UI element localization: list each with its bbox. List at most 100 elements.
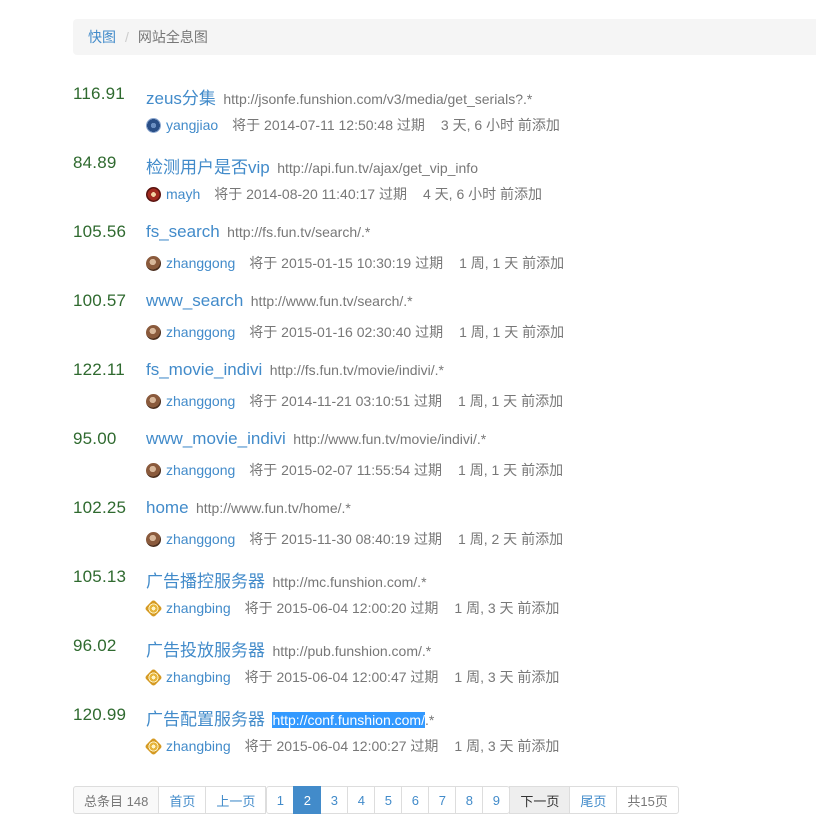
pagination: 总条目 148 首页 上一页 123456789 下一页 尾页 共15页 (73, 786, 679, 814)
site-list: 116.91 zeus分集 http://jsonfe.funshion.com… (73, 82, 816, 772)
avatar (146, 462, 161, 478)
item-url[interactable]: http://www.fun.tv/search/.* (251, 293, 413, 309)
list-item: 105.56 fs_search http://fs.fun.tv/search… (73, 220, 816, 289)
list-item: 102.25 home http://www.fun.tv/home/.* zh… (73, 496, 816, 565)
item-url[interactable]: http://jsonfe.funshion.com/v3/media/get_… (223, 91, 532, 107)
item-name-link[interactable]: 广告配置服务器 (146, 710, 265, 729)
item-added-text: 1 周, 3 天 前添加 (454, 738, 560, 754)
item-user-link[interactable]: zhangbing (166, 600, 231, 616)
item-title-line: fs_movie_indivi http://fs.fun.tv/movie/i… (146, 360, 444, 380)
item-added-text: 1 周, 1 天 前添加 (459, 255, 565, 271)
item-name-link[interactable]: www_search (146, 291, 243, 310)
item-url[interactable]: http://fs.fun.tv/movie/indivi/.* (270, 362, 444, 378)
item-url[interactable]: http://api.fun.tv/ajax/get_vip_info (277, 160, 478, 176)
list-item: 84.89 检测用户是否vip http://api.fun.tv/ajax/g… (73, 151, 816, 220)
item-user-link[interactable]: zhangbing (166, 738, 231, 754)
avatar (146, 531, 161, 547)
item-score: 105.56 (73, 222, 127, 241)
item-user-link[interactable]: mayh (166, 186, 200, 202)
item-score: 96.02 (73, 636, 117, 655)
item-title-line: home http://www.fun.tv/home/.* (146, 498, 351, 518)
pagination-pages: 123456789 (266, 786, 511, 814)
item-name-link[interactable]: 广告投放服务器 (146, 641, 265, 660)
item-url[interactable]: http://fs.fun.tv/search/.* (227, 224, 370, 240)
item-url[interactable]: http://www.fun.tv/movie/indivi/.* (293, 431, 486, 447)
item-user-link[interactable]: zhanggong (166, 531, 235, 547)
breadcrumb: 快图 / 网站全息图 (73, 19, 816, 55)
item-name-link[interactable]: home (146, 498, 189, 517)
pagination-page-4[interactable]: 4 (347, 786, 376, 814)
avatar (144, 598, 163, 618)
item-expire-text: 将于 2014-08-20 11:40:17 过期 (214, 186, 407, 202)
item-added-text: 1 周, 1 天 前添加 (458, 393, 564, 409)
avatar (144, 667, 163, 687)
item-added-text: 1 周, 1 天 前添加 (459, 324, 565, 340)
pagination-last-button[interactable]: 尾页 (569, 786, 618, 814)
list-item: 96.02 广告投放服务器 http://pub.funshion.com/.*… (73, 634, 816, 703)
item-title-line: 广告配置服务器 http://conf.funshion.com/.* (146, 705, 434, 730)
item-meta-line: zhangbing 将于 2015-06-04 12:00:20 过期 1 周,… (144, 598, 559, 618)
avatar (146, 255, 161, 271)
pagination-next-button[interactable]: 下一页 (509, 786, 571, 814)
item-name-link[interactable]: 检测用户是否vip (146, 158, 270, 177)
item-meta-line: zhangbing 将于 2015-06-04 12:00:47 过期 1 周,… (144, 667, 560, 687)
item-added-text: 1 周, 3 天 前添加 (454, 669, 560, 685)
item-score: 105.13 (73, 567, 127, 586)
item-user-link[interactable]: yangjiao (166, 117, 218, 133)
item-url-rest: .* (424, 712, 435, 728)
pagination-first-button[interactable]: 首页 (158, 786, 207, 814)
breadcrumb-separator: / (125, 29, 129, 45)
item-name-link[interactable]: www_movie_indivi (146, 429, 286, 448)
item-user-link[interactable]: zhangbing (166, 669, 231, 685)
list-item: 95.00 www_movie_indivi http://www.fun.tv… (73, 427, 816, 496)
avatar (146, 393, 161, 409)
item-url[interactable]: http://www.fun.tv/home/.* (196, 500, 351, 516)
item-url[interactable]: http://conf.funshion.com/.* (272, 712, 434, 728)
item-meta-line: zhanggong 将于 2015-01-15 10:30:19 过期 1 周,… (146, 253, 564, 273)
avatar (144, 736, 163, 756)
item-expire-text: 将于 2014-11-21 03:10:51 过期 (249, 393, 443, 409)
item-meta-line: zhangbing 将于 2015-06-04 12:00:27 过期 1 周,… (144, 736, 560, 756)
item-expire-text: 将于 2014-07-11 12:50:48 过期 (232, 117, 425, 133)
pagination-prev-button[interactable]: 上一页 (205, 786, 267, 814)
item-url[interactable]: http://mc.funshion.com/.* (272, 574, 426, 590)
item-score: 102.25 (73, 498, 127, 517)
pagination-page-6[interactable]: 6 (401, 786, 430, 814)
item-name-link[interactable]: fs_search (146, 222, 220, 241)
pagination-page-9[interactable]: 9 (482, 786, 511, 814)
item-added-text: 3 天, 6 小时 前添加 (440, 117, 560, 133)
item-expire-text: 将于 2015-01-16 02:30:40 过期 (249, 324, 444, 340)
pagination-page-8[interactable]: 8 (455, 786, 484, 814)
item-expire-text: 将于 2015-06-04 12:00:47 过期 (244, 669, 439, 685)
item-user-link[interactable]: zhanggong (166, 462, 235, 478)
pagination-page-2[interactable]: 2 (293, 786, 322, 814)
item-expire-text: 将于 2015-02-07 11:55:54 过期 (249, 462, 443, 478)
item-meta-line: zhanggong 将于 2015-11-30 08:40:19 过期 1 周,… (146, 529, 563, 549)
item-meta-line: zhanggong 将于 2015-02-07 11:55:54 过期 1 周,… (146, 460, 563, 480)
item-score: 95.00 (73, 429, 117, 448)
list-item: 122.11 fs_movie_indivi http://fs.fun.tv/… (73, 358, 816, 427)
item-meta-line: yangjiao 将于 2014-07-11 12:50:48 过期 3 天, … (146, 115, 560, 135)
item-name-link[interactable]: zeus分集 (146, 89, 216, 108)
item-url[interactable]: http://pub.funshion.com/.* (272, 643, 431, 659)
pagination-page-7[interactable]: 7 (428, 786, 457, 814)
item-expire-text: 将于 2015-01-15 10:30:19 过期 (249, 255, 444, 271)
item-meta-line: mayh 将于 2014-08-20 11:40:17 过期 4 天, 6 小时… (146, 184, 542, 204)
item-url-selected[interactable]: http://conf.funshion.com/ (272, 712, 425, 728)
item-expire-text: 将于 2015-06-04 12:00:27 过期 (244, 738, 439, 754)
item-title-line: fs_search http://fs.fun.tv/search/.* (146, 222, 370, 242)
item-name-link[interactable]: 广告播控服务器 (146, 572, 265, 591)
pagination-page-5[interactable]: 5 (374, 786, 403, 814)
item-added-text: 4 天, 6 小时 前添加 (422, 186, 543, 202)
item-user-link[interactable]: zhanggong (166, 255, 235, 271)
pagination-page-3[interactable]: 3 (320, 786, 349, 814)
item-added-text: 1 周, 1 天 前添加 (458, 462, 564, 478)
breadcrumb-home-link[interactable]: 快图 (88, 27, 116, 47)
item-title-line: 广告播控服务器 http://mc.funshion.com/.* (146, 567, 427, 592)
pagination-total-count: 总条目 148 (73, 786, 160, 814)
avatar (146, 186, 161, 202)
pagination-page-1[interactable]: 1 (266, 786, 295, 814)
item-user-link[interactable]: zhanggong (166, 393, 235, 409)
item-user-link[interactable]: zhanggong (166, 324, 235, 340)
item-name-link[interactable]: fs_movie_indivi (146, 360, 262, 379)
